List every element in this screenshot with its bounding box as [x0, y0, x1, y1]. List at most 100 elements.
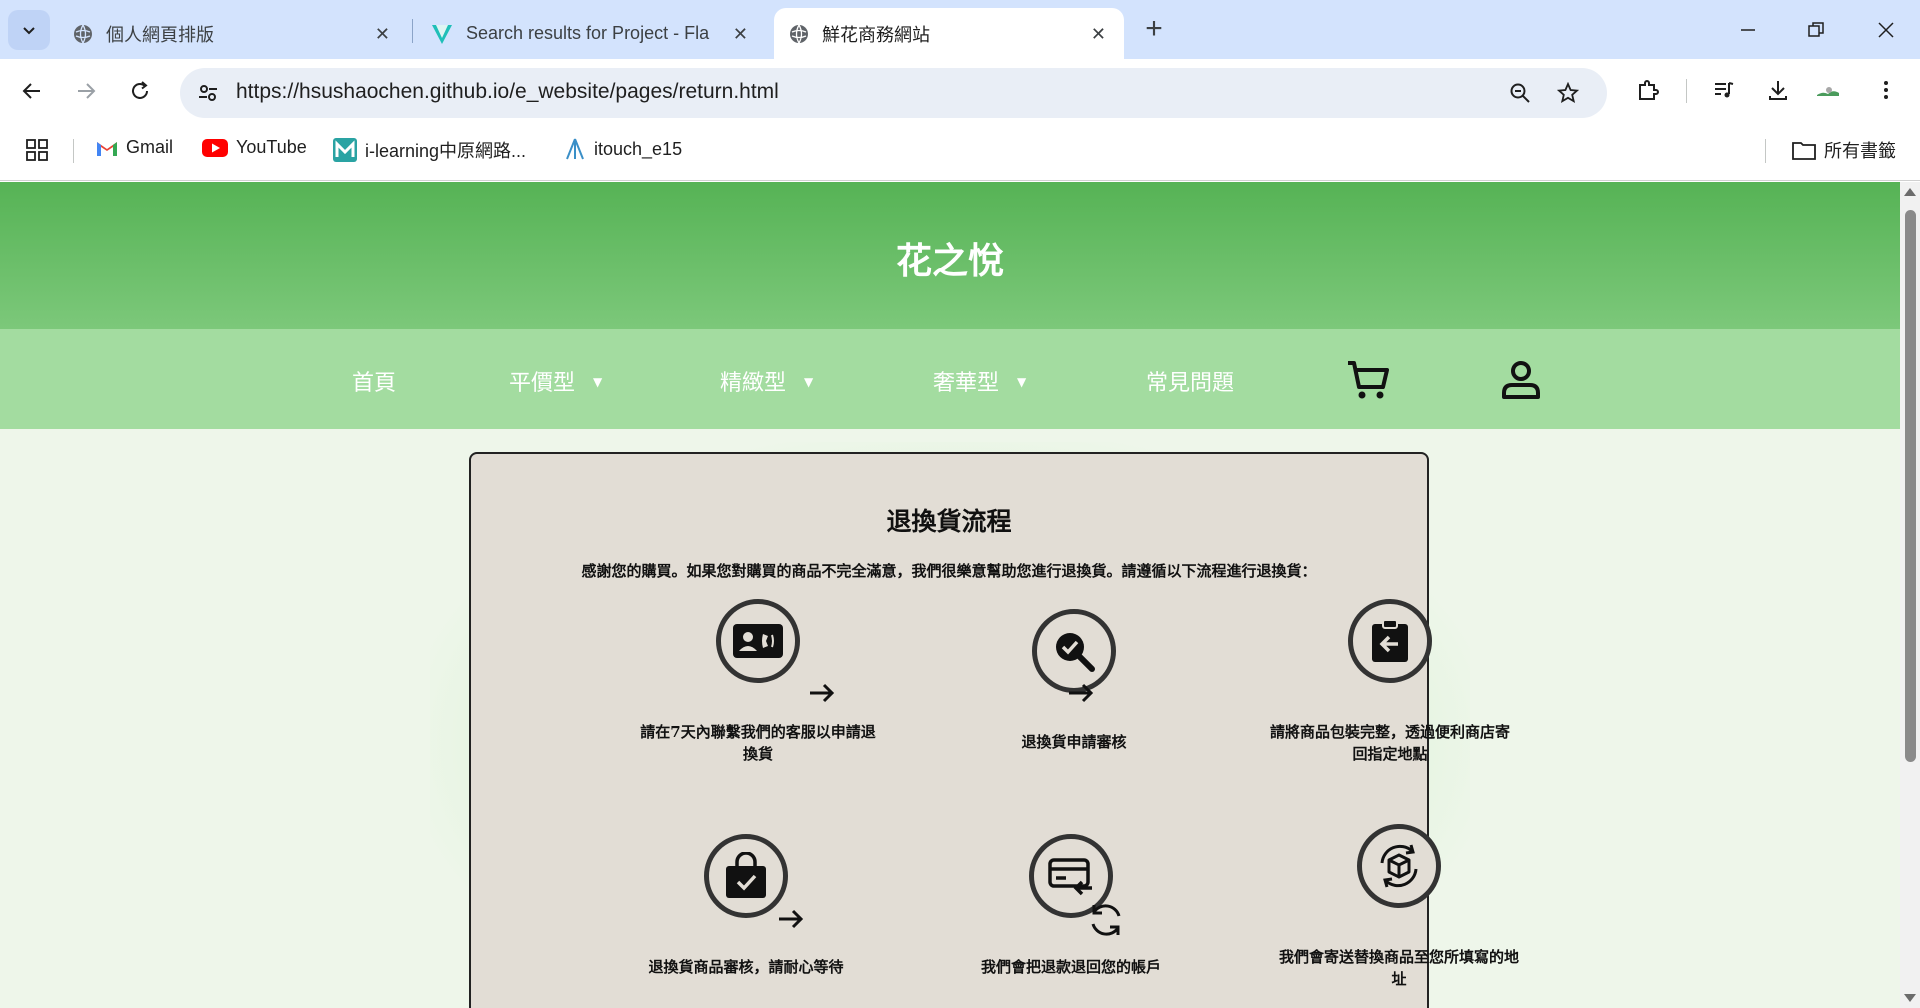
- package-cycle-icon: [1380, 844, 1418, 888]
- globe-icon: [790, 24, 808, 43]
- new-tab-button[interactable]: +: [1138, 14, 1170, 46]
- zoom-icon[interactable]: [1506, 79, 1534, 107]
- nav-home[interactable]: 首頁: [352, 365, 396, 397]
- vuetify-logo-icon: [432, 24, 452, 44]
- scroll-thumb[interactable]: [1905, 210, 1916, 762]
- apps-grid-icon: [26, 139, 48, 161]
- tab-search-results[interactable]: Search results for Project - Fla ✕: [416, 8, 766, 59]
- dropdown-caret-icon: ▼: [593, 375, 603, 389]
- close-tab-icon[interactable]: ✕: [733, 24, 748, 45]
- exchange-cycle-icon: [1091, 904, 1121, 936]
- dropdown-caret-icon: ▼: [804, 375, 814, 389]
- page-scrollbar[interactable]: [1900, 182, 1920, 1008]
- itouch-logo-icon: [566, 138, 584, 160]
- arrow-right-icon: [779, 909, 804, 929]
- ilearning-m-icon: [333, 138, 357, 162]
- step-text: 我們會寄送替換商品至您所填寫的地址: [1278, 948, 1519, 988]
- nav-affordable-label: 平價型: [509, 371, 576, 396]
- bookmark-label: itouch_e15: [594, 138, 683, 159]
- user-account-icon[interactable]: [1498, 357, 1544, 403]
- tab-title: 個人網頁排版: [106, 24, 214, 45]
- youtube-icon: [202, 138, 228, 157]
- close-tab-icon[interactable]: ✕: [1091, 24, 1106, 45]
- apps-button[interactable]: [26, 139, 48, 161]
- minimize-button[interactable]: [1728, 14, 1768, 46]
- return-process-card: 退換貨流程 感謝您的購買。如果您對購買的商品不完全滿意，我們很樂意幫助您進行退換…: [469, 452, 1519, 1008]
- extensions-button[interactable]: [1632, 74, 1664, 106]
- star-icon: [1557, 82, 1579, 104]
- tab-strip: 個人網頁排版 ✕ Search results for Project - Fl…: [0, 0, 1920, 59]
- bookmark-gmail[interactable]: Gmail: [96, 137, 173, 158]
- step-icon-circle: [716, 599, 800, 683]
- forward-arrow-icon: [78, 83, 96, 99]
- step-ship-back: 請將商品包裝完整，透過便利商店寄回指定地點: [1265, 599, 1515, 765]
- minimize-icon: [1741, 29, 1755, 31]
- browser-toolbar: https://hsushaochen.github.io/e_website/…: [0, 59, 1920, 119]
- tab-separator: [412, 19, 413, 43]
- step-goods-review: 退換貨商品審核，請耐心等待: [621, 834, 871, 978]
- arrow-right-icon: [1069, 683, 1094, 703]
- bookmark-label: i-learning中原網路...: [365, 141, 527, 161]
- back-arrow-icon: [22, 83, 40, 99]
- menu-button[interactable]: [1870, 74, 1902, 106]
- back-button[interactable]: [14, 73, 50, 109]
- nav-refined[interactable]: 精緻型 ▼: [720, 365, 813, 397]
- bookmark-star-button[interactable]: [1554, 79, 1582, 107]
- close-window-button[interactable]: [1866, 14, 1906, 46]
- tab-flower-shop[interactable]: 鮮花商務網站 ✕: [774, 8, 1124, 59]
- tab-title: 鮮花商務網站: [822, 24, 930, 45]
- gmail-icon: [97, 141, 117, 156]
- downloads-button[interactable]: [1762, 74, 1794, 106]
- bookmark-youtube[interactable]: YouTube: [202, 137, 307, 158]
- address-bar[interactable]: https://hsushaochen.github.io/e_website/…: [180, 68, 1607, 118]
- profile-button[interactable]: [1812, 74, 1844, 106]
- return-process-heading: 退換貨流程: [886, 507, 1012, 536]
- bookmark-itouch[interactable]: itouch_e15: [564, 137, 682, 161]
- restore-button[interactable]: [1796, 14, 1836, 46]
- tab-search-button[interactable]: [8, 10, 50, 50]
- step-text: 退換貨商品審核，請耐心等待: [648, 958, 844, 976]
- nav-affordable[interactable]: 平價型 ▼: [509, 365, 602, 397]
- nav-home-label: 首頁: [352, 371, 397, 396]
- nav-luxury[interactable]: 奢華型 ▼: [933, 365, 1026, 397]
- return-process-intro: 感謝您的購買。如果您對購買的商品不完全滿意，我們很樂意幫助您進行退換貨。請遵循以…: [581, 562, 1317, 580]
- close-tab-icon[interactable]: ✕: [375, 24, 390, 45]
- scroll-up-icon[interactable]: [1904, 188, 1916, 196]
- step-text: 我們會把退款退回您的帳戶: [980, 958, 1161, 976]
- step-icon-circle: [1357, 824, 1441, 908]
- site-info-icon[interactable]: [194, 79, 222, 107]
- restore-icon: [1808, 22, 1824, 37]
- site-header: 花之悅: [0, 182, 1900, 329]
- folder-icon: [1792, 142, 1816, 160]
- tune-icon: [199, 85, 217, 101]
- media-control-button[interactable]: [1708, 74, 1740, 106]
- nav-faq-label: 常見問題: [1146, 371, 1235, 396]
- tab-title: Search results for Project - Fla: [466, 23, 710, 43]
- step-send-replacement: 我們會寄送替換商品至您所填寫的地址: [1274, 824, 1524, 990]
- reload-button[interactable]: [122, 73, 158, 109]
- bookmark-label: YouTube: [236, 137, 307, 157]
- cart-icon[interactable]: [1345, 357, 1391, 403]
- bookmark-label: 所有書籤: [1824, 141, 1896, 161]
- scroll-down-icon[interactable]: [1904, 994, 1916, 1002]
- page-viewport: 花之悅 首頁 平價型 ▼ 精緻型 ▼ 奢華型 ▼ 常見問題 退換貨流程 感謝您的購買。…: [0, 182, 1920, 1008]
- step-text: 退換貨申請審核: [1021, 733, 1127, 751]
- puzzle-icon: [1639, 80, 1659, 100]
- bookmark-ilearning[interactable]: i-learning中原網路...: [333, 137, 526, 163]
- all-bookmarks-button[interactable]: 所有書籤: [1792, 137, 1896, 163]
- bookmarks-bar: Gmail YouTube i-learning中原網路... itouch_e…: [0, 119, 1920, 181]
- reload-icon: [132, 81, 148, 99]
- forward-button[interactable]: [68, 73, 104, 109]
- more-vertical-icon: [1884, 81, 1888, 99]
- dropdown-caret-icon: ▼: [1017, 375, 1027, 389]
- zoom-out-icon: [1510, 83, 1530, 103]
- bookmark-separator: [73, 139, 74, 163]
- chevron-down-icon: [23, 27, 35, 35]
- step-icon-circle: [1348, 599, 1432, 683]
- step-refund: 我們會把退款退回您的帳戶: [946, 834, 1196, 978]
- profile-avatar-icon: [1817, 87, 1839, 96]
- url-text: https://hsushaochen.github.io/e_website/…: [236, 80, 779, 103]
- nav-faq[interactable]: 常見問題: [1146, 365, 1234, 397]
- nav-refined-label: 精緻型: [720, 371, 787, 396]
- tab-personal-layout[interactable]: 個人網頁排版 ✕: [58, 8, 408, 59]
